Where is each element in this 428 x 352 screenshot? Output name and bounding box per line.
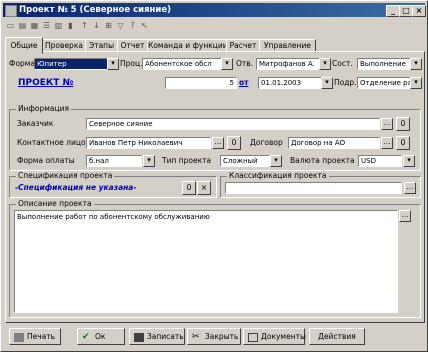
- project-date-link[interactable]: от: [239, 78, 249, 88]
- title-bar: Проект № 5 (Северное сияние) _ □ ×: [3, 3, 426, 17]
- spec-group: Спецификация проекта -Спецификация не ук…: [9, 171, 217, 198]
- check-icon: ✔: [82, 331, 90, 342]
- dogovor-field[interactable]: Договор на АО: [288, 137, 380, 149]
- kontakt-label: Контактное лицо: [17, 138, 86, 147]
- dogovor-open-button[interactable]: 0: [396, 136, 410, 150]
- ok-button[interactable]: ✔ Ок: [77, 328, 125, 345]
- filter-icon[interactable]: ▽: [115, 20, 126, 31]
- forma-oplaty-dropdown[interactable]: ▾: [143, 155, 155, 167]
- close-button[interactable]: ×: [412, 5, 426, 17]
- spec-value[interactable]: -Спецификация не указана-: [15, 183, 136, 193]
- general-panel: Форма Юпитер ▾ Проц. Абонентское обсл ▾ …: [5, 51, 425, 323]
- zakazchik-label: Заказчик: [17, 119, 54, 128]
- tree-icon[interactable]: ⊞: [103, 20, 114, 31]
- pointer-icon[interactable]: ↖: [139, 20, 150, 31]
- print-button[interactable]: Печать: [9, 328, 61, 345]
- new-icon[interactable]: ▭: [5, 20, 16, 31]
- maximize-button[interactable]: □: [399, 5, 413, 17]
- otv-dropdown[interactable]: ▾: [319, 58, 331, 70]
- dogovor-dropdown[interactable]: …: [381, 137, 393, 149]
- down-icon[interactable]: ↓: [91, 20, 102, 31]
- sost-dropdown[interactable]: ▾: [410, 58, 422, 70]
- minimize-button[interactable]: _: [386, 5, 400, 17]
- info-group: Информация Заказчик Северное сияние … 0 …: [9, 104, 421, 171]
- table-icon[interactable]: ▥: [53, 20, 64, 31]
- window-title: Проект № 5 (Северное сияние): [19, 5, 171, 15]
- app-icon: [5, 5, 17, 17]
- otv-field[interactable]: Митрофанов А.: [256, 58, 320, 70]
- kontakt-field[interactable]: Иванов Петр Николаевич: [86, 137, 211, 149]
- zakazchik-field[interactable]: Северное сияние: [86, 118, 380, 130]
- spec-count-button[interactable]: 0: [182, 181, 196, 195]
- classif-group: Классификация проекта …: [220, 171, 421, 198]
- printer-icon: [14, 332, 24, 342]
- close-icon: ✂: [192, 331, 200, 342]
- tab-strip: Общие Проверка Этапы Отчет Команда и фун…: [5, 37, 425, 54]
- floppy-icon: [134, 332, 144, 342]
- forma-dropdown[interactable]: ▾: [107, 58, 119, 70]
- classif-dropdown[interactable]: …: [404, 182, 416, 194]
- kontakt-dropdown[interactable]: …: [212, 137, 224, 149]
- up-icon[interactable]: ↑: [79, 20, 90, 31]
- spec-group-title: Спецификация проекта: [16, 171, 115, 181]
- proc-field[interactable]: Абонентское обсл: [142, 58, 222, 70]
- valuta-dropdown[interactable]: ▾: [403, 155, 415, 167]
- save-button[interactable]: Записать: [129, 328, 185, 345]
- dogovor-label: Договор: [250, 138, 283, 147]
- tip-dropdown[interactable]: ▾: [270, 155, 282, 167]
- valuta-field[interactable]: USD: [358, 155, 402, 167]
- proc-label: Проц.: [120, 59, 143, 68]
- help-icon[interactable]: ?: [127, 20, 138, 31]
- copy-icon[interactable]: ▤: [17, 20, 28, 31]
- spec-clear-button[interactable]: ×: [197, 181, 211, 195]
- toolbar: ▭ ▤ ▦ ☰ ▥ ▮ ↑ ↓ ⊞ ▽ ? ↖: [3, 19, 425, 33]
- forma-oplaty-label: Форма оплаты: [17, 156, 75, 165]
- tip-label: Тип проекта: [162, 156, 212, 165]
- info-group-title: Информация: [16, 104, 72, 114]
- podr-dropdown[interactable]: ▾: [410, 77, 422, 89]
- close-form-button[interactable]: ✂ Закрыть: [187, 328, 241, 345]
- description-expand-button[interactable]: …: [399, 210, 411, 222]
- tab-general[interactable]: Общие: [5, 37, 43, 54]
- actions-button[interactable]: Действия: [309, 328, 365, 345]
- description-group: Описание проекта Выполнение работ по або…: [9, 199, 421, 318]
- sost-label: Сост.: [332, 59, 353, 68]
- forma-label: Форма: [9, 59, 36, 68]
- podr-label: Подр.: [334, 78, 357, 87]
- documents-icon: [248, 332, 258, 342]
- documents-button[interactable]: Документы: [243, 328, 306, 345]
- forma-field[interactable]: Юпитер: [34, 58, 108, 70]
- list-icon[interactable]: ☰: [41, 20, 52, 31]
- proc-dropdown[interactable]: ▾: [221, 58, 233, 70]
- description-textarea[interactable]: Выполнение работ по абонентскому обслужи…: [14, 210, 398, 313]
- sost-field[interactable]: Выполнение: [357, 58, 411, 70]
- classif-field[interactable]: [225, 182, 402, 194]
- zakazchik-open-button[interactable]: 0: [396, 117, 410, 131]
- description-group-title: Описание проекта: [16, 199, 94, 209]
- kontakt-open-button[interactable]: 0: [227, 136, 241, 150]
- project-window: Проект № 5 (Северное сияние) _ □ × ▭ ▤ ▦…: [0, 0, 428, 352]
- delete-icon[interactable]: ▮: [65, 20, 76, 31]
- podr-field[interactable]: Отделение ра: [357, 77, 411, 89]
- project-number-field[interactable]: 5: [165, 77, 237, 89]
- tip-field[interactable]: Сложный: [220, 155, 270, 167]
- otv-label: Отв.: [236, 59, 254, 68]
- classif-group-title: Классификация проекта: [227, 171, 329, 181]
- date-picker-button[interactable]: ▾: [321, 77, 333, 89]
- project-date-field[interactable]: 01.01.2003: [258, 77, 322, 89]
- edit-icon[interactable]: ▦: [29, 20, 40, 31]
- zakazchik-dropdown[interactable]: …: [381, 118, 393, 130]
- valuta-label: Валюта проекта: [290, 156, 355, 165]
- forma-oplaty-field[interactable]: б.нал: [86, 155, 142, 167]
- project-number-link[interactable]: ПРОЕКТ №: [18, 78, 73, 88]
